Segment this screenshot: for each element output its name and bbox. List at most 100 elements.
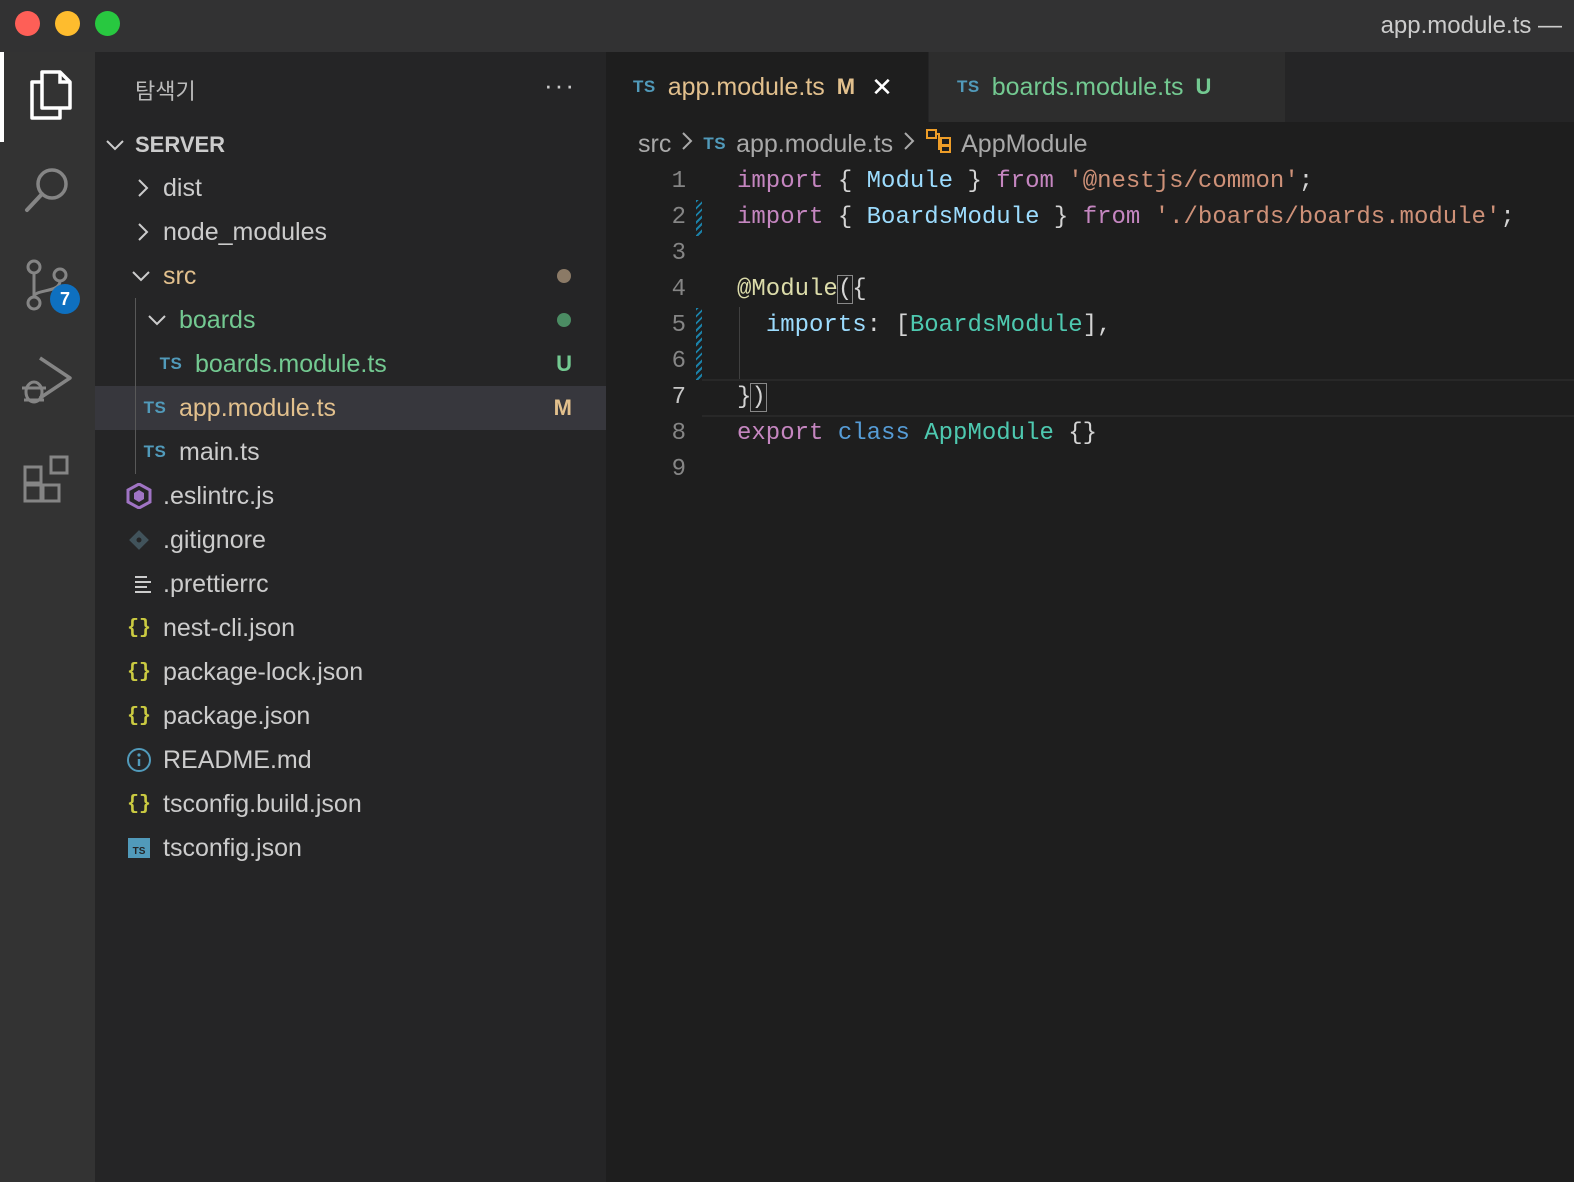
activity-bar: 7 xyxy=(0,52,95,1182)
tree-item-package-lock-json[interactable]: {} package-lock.json xyxy=(95,650,606,694)
tree-item-tsconfig-json[interactable]: TS tsconfig.json xyxy=(95,826,606,870)
tab-label: app.module.ts xyxy=(667,72,825,101)
line-number: 3 xyxy=(671,240,686,267)
extensions-activity[interactable] xyxy=(0,437,95,527)
tree-item-boards[interactable]: boards xyxy=(95,298,606,342)
tab-label: boards.module.ts xyxy=(991,72,1184,101)
breadcrumb-symbol[interactable]: AppModule xyxy=(961,130,1087,159)
tree-item-label: tsconfig.json xyxy=(163,833,302,862)
line-number: 7 xyxy=(671,384,686,411)
json-braces-icon: {} xyxy=(126,792,151,816)
tree-item-boards-module-ts[interactable]: TS boards.module.ts U xyxy=(95,342,606,386)
tree-item-tsconfig-build-json[interactable]: {} tsconfig.build.json xyxy=(95,782,606,826)
typescript-file-icon: TS xyxy=(143,442,167,461)
svg-text:TS: TS xyxy=(133,846,146,857)
title-bar: app.module.ts — xyxy=(0,0,1574,53)
tree-item-label: src xyxy=(163,261,197,290)
chevron-right-icon xyxy=(681,131,693,157)
json-braces-icon: {} xyxy=(126,616,151,640)
tsconfig-icon: TS xyxy=(125,834,153,862)
tree-item-label: main.ts xyxy=(179,437,260,466)
tree-item-label: node_modules xyxy=(163,217,328,246)
typescript-file-icon: TS xyxy=(633,77,656,96)
code-line: 5 imports: [BoardsModule], xyxy=(606,308,1574,344)
extensions-icon xyxy=(21,453,75,512)
source-control-activity[interactable]: 7 xyxy=(0,242,95,332)
minimize-window-button[interactable] xyxy=(55,11,80,36)
tree-item-label: README.md xyxy=(163,745,312,774)
info-icon xyxy=(125,746,153,774)
tree-item-label: boards xyxy=(179,305,256,334)
close-window-button[interactable] xyxy=(15,11,40,36)
editor-area: TS app.module.ts M ✕ TS boards.module.ts… xyxy=(606,52,1574,1182)
search-activity[interactable] xyxy=(0,147,95,237)
tree-item-package-json[interactable]: {} package.json xyxy=(95,694,606,738)
tree-item-eslintrc[interactable]: .eslintrc.js xyxy=(95,474,606,518)
line-number: 5 xyxy=(671,312,686,339)
tree-item-readme-md[interactable]: README.md xyxy=(95,738,606,782)
code-line: 4 @Module({ xyxy=(606,272,1574,308)
search-icon xyxy=(22,164,74,221)
git-added-gutter xyxy=(696,344,702,380)
explorer-sidebar: 탐색기 ··· SERVER dist node_modules src boa… xyxy=(95,52,606,1182)
eslint-icon xyxy=(125,482,153,510)
tree-item-label: tsconfig.build.json xyxy=(163,789,362,818)
workspace-name: SERVER xyxy=(135,132,226,157)
tree-item-label: boards.module.ts xyxy=(195,349,387,378)
tab-boards-module-ts[interactable]: TS boards.module.ts U xyxy=(929,52,1285,122)
chevron-down-icon xyxy=(105,132,135,158)
more-actions-icon[interactable]: ··· xyxy=(544,70,576,101)
maximize-window-button[interactable] xyxy=(95,11,120,36)
tree-item-src[interactable]: src xyxy=(95,254,606,298)
typescript-file-icon: TS xyxy=(159,354,183,373)
close-tab-icon[interactable]: ✕ xyxy=(871,72,893,103)
chevron-right-icon xyxy=(129,218,157,246)
run-debug-activity[interactable] xyxy=(0,337,95,427)
tree-item-nest-cli-json[interactable]: {} nest-cli.json xyxy=(95,606,606,650)
line-number: 8 xyxy=(671,420,686,447)
chevron-right-icon xyxy=(903,131,915,157)
code-text: }) xyxy=(737,383,767,412)
window-title: app.module.ts — xyxy=(1380,12,1562,39)
code-line: 6 xyxy=(606,344,1574,380)
tree-item-label: package.json xyxy=(163,701,311,730)
tab-app-module-ts[interactable]: TS app.module.ts M ✕ xyxy=(606,52,928,122)
git-status-badge: U xyxy=(1195,74,1212,99)
git-added-gutter xyxy=(696,308,702,344)
tree-item-label: .eslintrc.js xyxy=(163,481,275,510)
code-text: import { Module } from '@nestjs/common'; xyxy=(737,168,1314,195)
tree-item-node-modules[interactable]: node_modules xyxy=(95,210,606,254)
tree-item-label: package-lock.json xyxy=(163,657,364,686)
untracked-dot-icon xyxy=(557,313,571,327)
explorer-activity[interactable] xyxy=(0,52,95,142)
tree-item-dist[interactable]: dist xyxy=(95,166,606,210)
tab-bar: TS app.module.ts M ✕ TS boards.module.ts… xyxy=(606,52,1574,122)
code-line: 2 import { BoardsModule } from './boards… xyxy=(606,200,1574,236)
tree-item-main-ts[interactable]: TS main.ts xyxy=(95,430,606,474)
workspace-section-header[interactable]: SERVER xyxy=(105,128,225,162)
code-text: @Module({ xyxy=(737,275,867,304)
indent-guide xyxy=(135,342,136,386)
tree-item-app-module-ts[interactable]: TS app.module.ts M xyxy=(95,386,606,430)
text-lines-icon xyxy=(129,570,157,598)
code-line: 7 }) xyxy=(606,380,1574,416)
code-editor[interactable]: 1 import { Module } from '@nestjs/common… xyxy=(606,164,1574,488)
code-line: 3 xyxy=(606,236,1574,272)
line-number: 6 xyxy=(671,348,686,375)
files-icon xyxy=(26,68,74,127)
git-added-gutter xyxy=(696,200,702,236)
line-number: 4 xyxy=(671,276,686,303)
tree-item-label: dist xyxy=(163,173,202,202)
git-status-badge: M xyxy=(836,74,856,99)
code-line: 9 xyxy=(606,452,1574,488)
tree-item-label: .prettierrc xyxy=(163,569,269,598)
tree-item-gitignore[interactable]: .gitignore xyxy=(95,518,606,562)
indent-guide xyxy=(135,386,136,430)
tree-item-label: .gitignore xyxy=(163,525,266,554)
tree-item-prettierrc[interactable]: .prettierrc xyxy=(95,562,606,606)
git-status-badge: U xyxy=(556,351,572,376)
breadcrumb-folder[interactable]: src xyxy=(638,130,671,159)
breadcrumb-file[interactable]: app.module.ts xyxy=(736,130,893,159)
git-status-badge: M xyxy=(553,395,572,420)
code-line: 1 import { Module } from '@nestjs/common… xyxy=(606,164,1574,200)
